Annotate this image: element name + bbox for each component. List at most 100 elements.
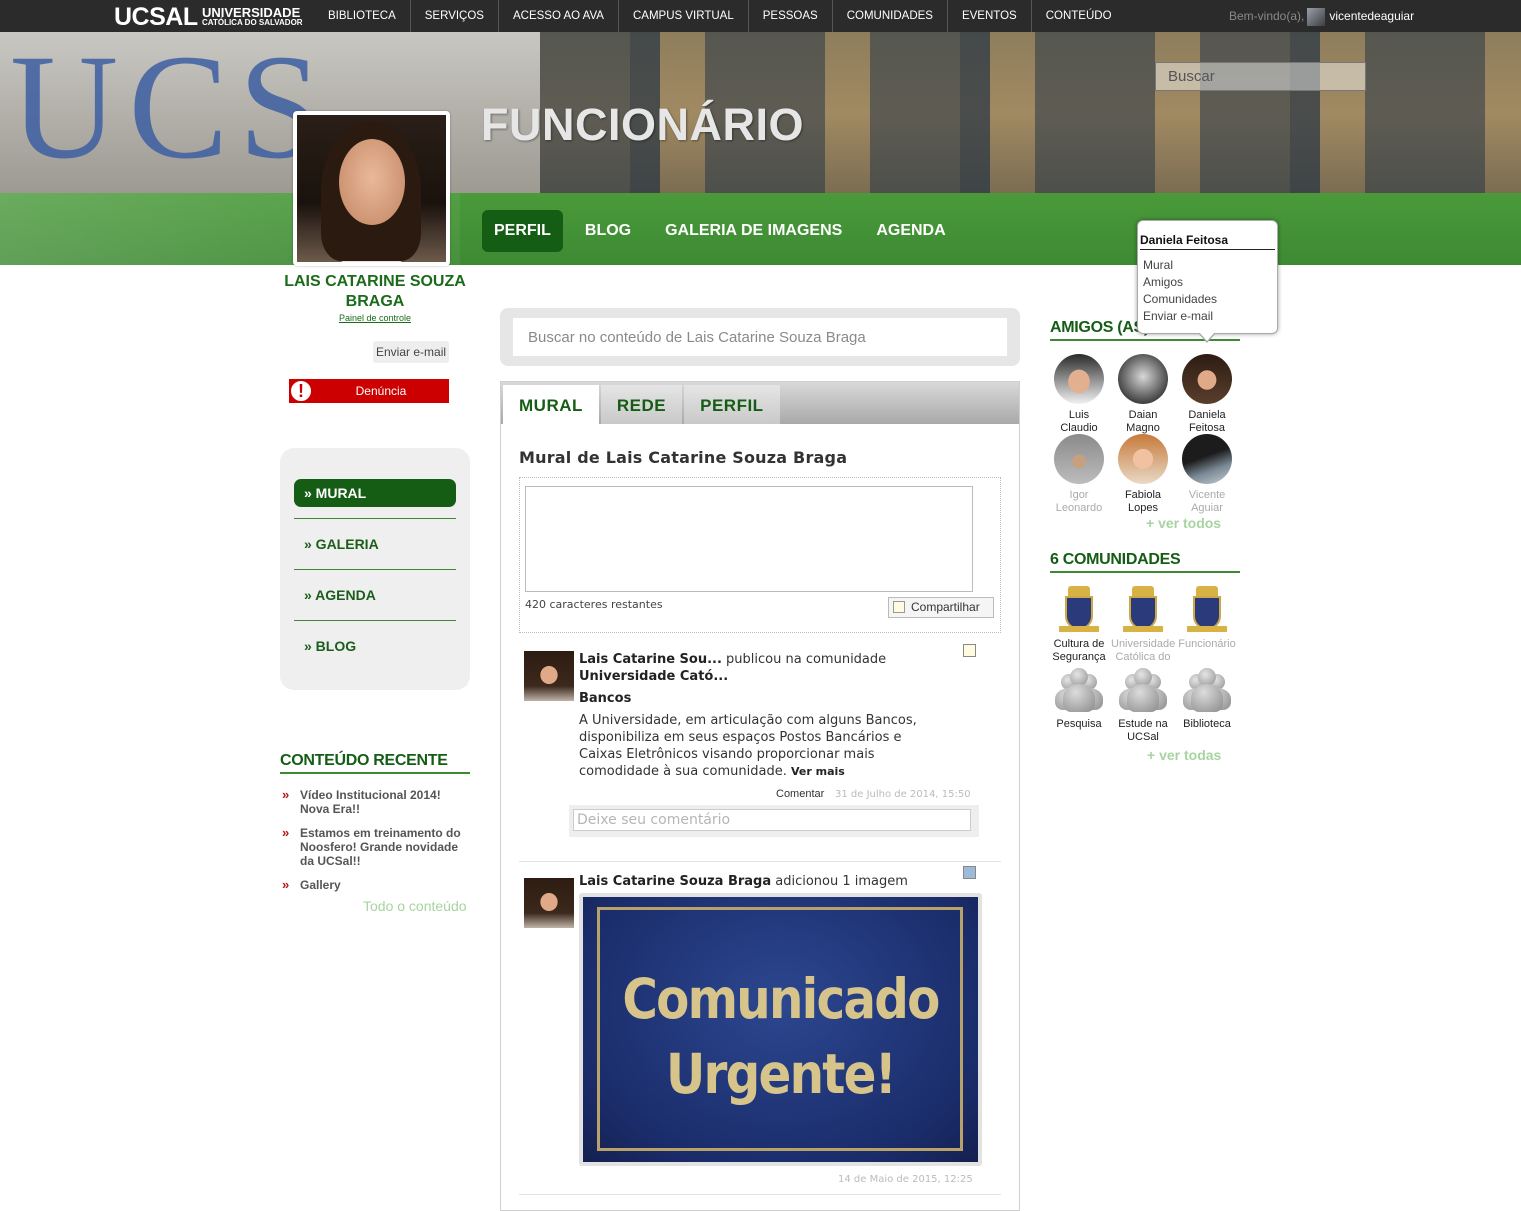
image-type-icon	[963, 866, 976, 879]
top-bar: UCSAL UNIVERSIDADE CATÓLICA DO SALVADOR …	[0, 0, 1521, 32]
nav-biblioteca[interactable]: BIBLIOTECA	[314, 0, 411, 32]
friend-name: Daniela Feitosa	[1188, 409, 1226, 434]
send-email-button[interactable]: Enviar e-mail	[373, 341, 450, 363]
see-all-communities-link[interactable]: + ver todas	[1147, 747, 1221, 763]
post-author[interactable]: Lais Catarine Souza Braga	[579, 874, 771, 889]
profile-photo[interactable]	[293, 111, 450, 266]
nav-servicos[interactable]: SERVIÇOS	[411, 0, 499, 32]
nav-conteudo[interactable]: CONTEÚDO	[1032, 0, 1126, 32]
community-biblioteca[interactable]: Biblioteca	[1175, 666, 1239, 731]
friend-vicente-aguiar[interactable]: Vicente Aguiar	[1177, 434, 1237, 515]
image-text-line2: Urgente!	[665, 1042, 897, 1106]
tab-galeria[interactable]: GALERIA DE IMAGENS	[653, 210, 854, 252]
popup-item-mural[interactable]: Mural	[1143, 258, 1173, 272]
group-people-icon	[1117, 666, 1169, 714]
report-button[interactable]: ! Denúncia	[289, 379, 449, 403]
post-body-text: A Universidade, em articulação com algun…	[579, 713, 917, 779]
tab-perfil-info[interactable]: PERFIL	[684, 385, 780, 424]
side-menu-mural[interactable]: » MURAL	[294, 479, 456, 507]
nav-comunidades[interactable]: COMUNIDADES	[833, 0, 948, 32]
user-avatar[interactable]	[1307, 7, 1326, 26]
group-people-icon	[1053, 666, 1105, 714]
welcome-label: Bem-vindo(a),	[1229, 9, 1305, 23]
logo-main: UCSAL	[114, 3, 198, 31]
username-link[interactable]: vicentedeaguiar	[1329, 9, 1414, 23]
friend-name: Igor Leonardo	[1055, 489, 1103, 514]
content-search	[500, 308, 1020, 366]
post-action: publicou na comunidade	[726, 652, 887, 667]
community-name: Biblioteca	[1183, 718, 1231, 730]
double-chevron-icon: »	[282, 787, 290, 802]
popup-item-enviar-email[interactable]: Enviar e-mail	[1143, 309, 1213, 323]
share-button[interactable]: Compartilhar	[888, 597, 994, 618]
post-textarea[interactable]	[525, 486, 973, 592]
community-name: Cultura de Segurança	[1052, 638, 1106, 663]
tab-perfil[interactable]: PERFIL	[482, 210, 563, 252]
post-image[interactable]: Comunicado Urgente!	[579, 893, 982, 1166]
nav-campus-virtual[interactable]: CAMPUS VIRTUAL	[619, 0, 749, 32]
recent-content-title: CONTEÚDO RECENTE	[280, 752, 470, 774]
profile-tabs: PERFIL BLOG GALERIA DE IMAGENS AGENDA	[482, 210, 968, 252]
tab-rede[interactable]: REDE	[600, 385, 683, 424]
side-menu-galeria[interactable]: » GALERIA	[294, 530, 456, 558]
recent-item-link[interactable]: Estamos em treinamento do Noosfero! Gran…	[300, 826, 461, 868]
post-author[interactable]: Lais Catarine Sou...	[579, 652, 722, 667]
nav-acesso-ava[interactable]: ACESSO AO AVA	[499, 0, 619, 32]
side-menu-agenda[interactable]: » AGENDA	[294, 581, 456, 609]
read-more-link[interactable]: Ver mais	[791, 765, 845, 778]
comment-input[interactable]	[573, 809, 971, 831]
friend-avatar	[1118, 354, 1168, 404]
community-emblem-icon	[1187, 586, 1227, 634]
chars-remaining: 420 caracteres restantes	[525, 598, 663, 611]
nav-pessoas[interactable]: PESSOAS	[749, 0, 833, 32]
post-author-avatar[interactable]	[524, 878, 574, 928]
friend-igor-leonardo[interactable]: Igor Leonardo	[1049, 434, 1109, 515]
side-menu-blog[interactable]: » BLOG	[294, 632, 456, 660]
post-divider	[519, 861, 1001, 862]
community-emblem-icon	[1123, 586, 1163, 634]
search-input[interactable]	[1155, 62, 1366, 91]
control-panel-link[interactable]: Painel de controle	[280, 313, 470, 323]
list-item: » Estamos em treinamento do Noosfero! Gra…	[280, 826, 470, 869]
popup-item-comunidades[interactable]: Comunidades	[1143, 292, 1217, 306]
post-community[interactable]: Universidade Cató...	[579, 669, 728, 684]
menu-divider	[294, 569, 456, 570]
recent-item-link[interactable]: Vídeo Institucional 2014! Nova Era!!	[300, 788, 441, 816]
tab-blog[interactable]: BLOG	[573, 210, 643, 252]
popup-item-amigos[interactable]: Amigos	[1143, 275, 1183, 289]
post-header: Lais Catarine Sou... publicou na comunid…	[579, 651, 949, 685]
tab-agenda[interactable]: AGENDA	[864, 210, 957, 252]
nav-eventos[interactable]: EVENTOS	[948, 0, 1032, 32]
friend-avatar	[1182, 434, 1232, 484]
post-form: 420 caracteres restantes Compartilhar	[519, 477, 1001, 633]
friend-popup-menu: Daniela Feitosa Mural Amigos Comunidades…	[1137, 220, 1278, 343]
community-universidade-catolica[interactable]: Universidade Católica do	[1111, 586, 1175, 664]
friend-fabiola-lopes[interactable]: Fabiola Lopes	[1113, 434, 1173, 515]
community-pesquisa[interactable]: Pesquisa	[1047, 666, 1111, 731]
post-date: 31 de Julho de 2014, 15:50	[835, 789, 971, 800]
popup-title: Daniela Feitosa	[1140, 233, 1275, 250]
recent-item-link[interactable]: Gallery	[300, 878, 341, 892]
friend-daniela-feitosa[interactable]: Daniela Feitosa	[1177, 354, 1237, 435]
community-cultura-seguranca[interactable]: Cultura de Segurança	[1047, 586, 1111, 664]
banner-letters: UCS	[10, 32, 332, 190]
friend-luis-claudio[interactable]: Luis Claudio	[1049, 354, 1109, 435]
recent-content-list: » Vídeo Institucional 2014! Nova Era!! » E…	[280, 788, 470, 902]
list-item: » Vídeo Institucional 2014! Nova Era!!	[280, 787, 470, 817]
post-header: Lais Catarine Souza Braga adicionou 1 im…	[579, 873, 959, 890]
group-people-icon	[1181, 666, 1233, 714]
double-chevron-icon: »	[282, 877, 290, 892]
see-all-friends-link[interactable]: + ver todos	[1146, 515, 1221, 531]
friend-daian-magno[interactable]: Daian Magno	[1113, 354, 1173, 435]
tab-mural[interactable]: MURAL	[503, 385, 599, 425]
community-name: Pesquisa	[1056, 718, 1102, 730]
post-author-avatar[interactable]	[524, 651, 574, 701]
community-funcionario[interactable]: Funcionário	[1175, 586, 1239, 651]
community-estude-ucsal[interactable]: Estude na UCSal	[1111, 666, 1175, 744]
post-title[interactable]: Bancos	[579, 690, 631, 707]
all-content-link[interactable]: Todo o conteúdo	[363, 898, 467, 914]
content-search-input[interactable]	[513, 318, 1007, 356]
top-nav: BIBLIOTECA SERVIÇOS ACESSO AO AVA CAMPUS…	[314, 0, 1126, 32]
note-icon	[893, 601, 905, 613]
comment-link[interactable]: Comentar	[776, 788, 824, 800]
